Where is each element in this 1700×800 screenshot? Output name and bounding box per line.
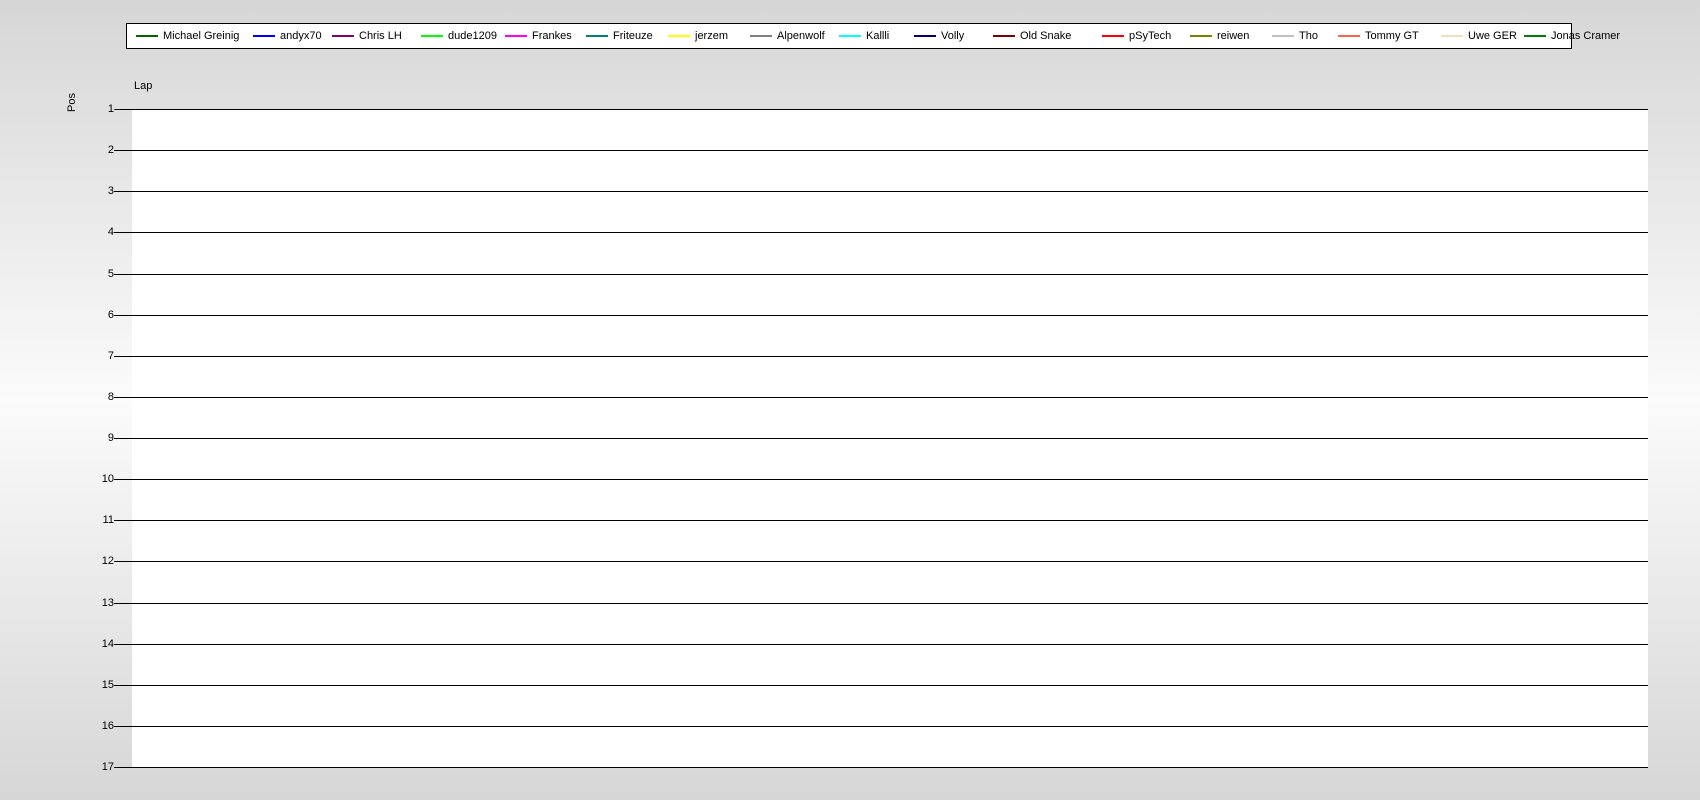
grid-line <box>114 561 1648 562</box>
y-tick-label: 15 <box>101 679 114 691</box>
legend-swatch <box>1441 35 1463 37</box>
legend-swatch <box>1102 35 1124 37</box>
y-tick-label: 9 <box>107 432 114 444</box>
legend-label: Tommy GT <box>1365 30 1419 42</box>
y-tick-label: 2 <box>107 144 114 156</box>
grid-line <box>114 685 1648 686</box>
legend-swatch <box>1338 35 1360 37</box>
legend-label: Old Snake <box>1020 30 1072 42</box>
y-tick-label: 12 <box>101 555 114 567</box>
grid-line <box>114 274 1648 275</box>
y-axis-title: Pos <box>66 93 78 112</box>
grid-line <box>114 767 1648 768</box>
legend-label: dude1209 <box>448 30 497 42</box>
y-tick-label: 4 <box>107 226 114 238</box>
legend-swatch <box>1272 35 1294 37</box>
grid-line <box>114 479 1648 480</box>
y-tick-label: 6 <box>107 309 114 321</box>
legend-swatch <box>332 35 354 37</box>
legend-label: Chris LH <box>359 30 402 42</box>
y-tick-label: 17 <box>101 761 114 773</box>
grid-line <box>114 603 1648 604</box>
legend-label: Kallli <box>866 30 890 42</box>
y-tick-label: 3 <box>107 185 114 197</box>
grid-line <box>114 232 1648 233</box>
grid-line <box>114 397 1648 398</box>
x-axis-title: Lap <box>134 80 153 92</box>
legend-swatch <box>586 35 608 37</box>
grid-line <box>114 150 1648 151</box>
legend-swatch <box>136 35 158 37</box>
legend-swatch <box>1524 35 1546 37</box>
y-tick-label: 14 <box>101 638 114 650</box>
y-tick-label: 16 <box>101 720 114 732</box>
legend-label: Friteuze <box>613 30 653 42</box>
legend-label: Volly <box>941 30 965 42</box>
y-tick-label: 11 <box>102 514 114 526</box>
grid-line <box>114 520 1648 521</box>
legend-label: Jonas Cramer <box>1551 30 1621 42</box>
grid-line <box>114 644 1648 645</box>
legend-label: jerzem <box>695 30 729 42</box>
legend-label: pSyTech <box>1129 30 1172 42</box>
legend-label: Frankes <box>532 30 572 42</box>
legend-swatch <box>668 35 690 37</box>
legend-swatch <box>253 35 275 37</box>
grid-line <box>114 438 1648 439</box>
y-tick-label: 5 <box>107 268 114 280</box>
y-tick-label: 10 <box>101 473 114 485</box>
y-tick-label: 1 <box>107 103 114 115</box>
grid-line <box>114 191 1648 192</box>
chart-legend: Michael Greinig andyx70 Chris LH dude1209 Fr… <box>126 23 1620 49</box>
legend-swatch <box>505 35 527 37</box>
grid-line <box>114 315 1648 316</box>
legend-label: Alpenwolf <box>777 30 825 42</box>
legend-label: Michael Greinig <box>163 30 240 42</box>
legend-swatch <box>421 35 443 37</box>
grid-line <box>114 726 1648 727</box>
y-tick-label: 7 <box>107 350 114 362</box>
legend-label: andyx70 <box>280 30 322 42</box>
grid-line <box>114 356 1648 357</box>
legend-label: reiwen <box>1217 30 1250 42</box>
legend-swatch <box>914 35 936 37</box>
y-tick-label: 8 <box>107 391 114 403</box>
legend-label: Tho <box>1299 30 1318 42</box>
grid-line <box>114 109 1648 110</box>
legend-label: Uwe GER <box>1468 30 1517 42</box>
legend-swatch <box>750 35 772 37</box>
y-tick-label: 13 <box>101 597 114 609</box>
legend-swatch <box>1190 35 1212 37</box>
legend-swatch <box>839 35 861 37</box>
legend-swatch <box>993 35 1015 37</box>
